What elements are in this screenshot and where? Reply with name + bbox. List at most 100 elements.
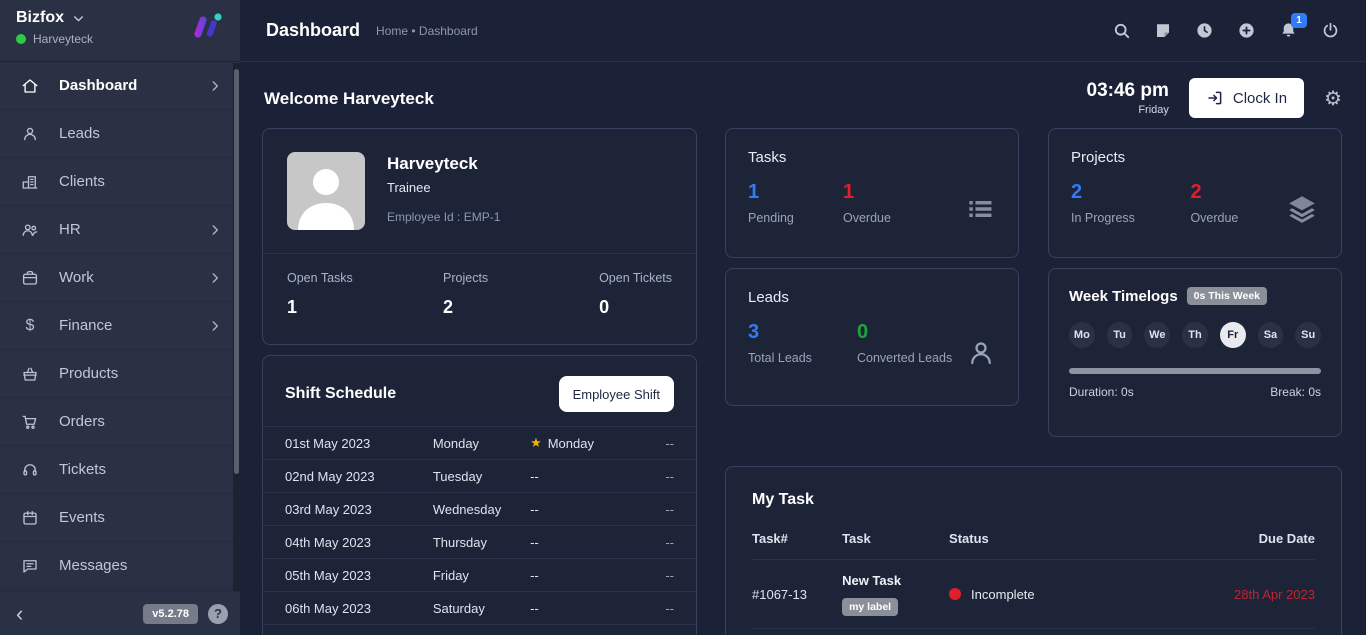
page-title: Dashboard (266, 20, 360, 41)
clock-in-button[interactable]: Clock In (1189, 78, 1304, 118)
sidebar-item-events[interactable]: Events (0, 494, 240, 542)
calendar-icon (20, 509, 40, 527)
day-circle-su[interactable]: Su (1295, 322, 1321, 348)
day-circle-tu[interactable]: Tu (1107, 322, 1133, 348)
header-right: 03:46 pm Friday Clock In ⚙ (1087, 78, 1343, 118)
tasks-pending: 1 Pending (748, 181, 843, 237)
due-date: 28th Apr 2023 (1163, 587, 1315, 602)
projects-overdue: 2 Overdue (1190, 181, 1285, 237)
sidebar-item-label: Messages (59, 557, 222, 574)
sidebar-item-finance[interactable]: $ Finance (0, 302, 240, 350)
current-time: 03:46 pm (1087, 80, 1169, 102)
bell-icon[interactable]: 1 (1279, 21, 1298, 40)
time-block: 03:46 pm Friday (1087, 80, 1169, 116)
sidebar-item-work[interactable]: Work (0, 254, 240, 302)
people-icon (20, 221, 40, 239)
leads-converted: 0 Converted Leads (857, 321, 966, 385)
shift-schedule-card: Shift Schedule Employee Shift 01st May 2… (262, 355, 697, 635)
day-circle-th[interactable]: Th (1182, 322, 1208, 348)
status-text: Incomplete (971, 587, 1035, 602)
chevron-right-icon (208, 223, 222, 237)
week-timelogs-card: Week Timelogs 0s This Week Mo Tu We Th F… (1048, 268, 1342, 437)
topbar-icons: 1 (1112, 21, 1340, 40)
sidebar-item-messages[interactable]: Messages (0, 542, 240, 590)
sidebar-footer: ‹ v5.2.78 ? (0, 591, 240, 635)
version-badge: v5.2.78 (143, 604, 198, 624)
column-due-date: Due Date (1163, 531, 1315, 546)
briefcase-icon (20, 269, 40, 287)
sidebar-item-orders[interactable]: Orders (0, 398, 240, 446)
sidebar-scrollbar[interactable] (233, 63, 240, 591)
column-task-id: Task# (752, 531, 842, 546)
projects-card: Projects 2 In Progress 2 Overdue (1048, 128, 1342, 258)
sidebar-item-label: Leads (59, 125, 222, 142)
sidebar-item-label: Work (59, 269, 208, 286)
notes-icon[interactable] (1154, 22, 1172, 40)
sidebar-item-products[interactable]: Products (0, 350, 240, 398)
sidebar-item-label: Dashboard (59, 77, 208, 94)
chevron-right-icon (208, 271, 222, 285)
table-row[interactable]: #1067-13 New Task my label Incomplete 28… (752, 560, 1315, 629)
layers-icon (1285, 192, 1319, 226)
status-dot (949, 588, 961, 600)
person-icon (20, 125, 40, 143)
sidebar-item-label: Events (59, 509, 222, 526)
shift-schedule-title: Shift Schedule (285, 385, 396, 403)
stat-open-tasks: Open Tasks 1 (287, 271, 443, 318)
sidebar-item-clients[interactable]: Clients (0, 158, 240, 206)
avatar (287, 152, 365, 230)
topbar: Dashboard Home • Dashboard 1 (240, 0, 1366, 62)
gear-icon[interactable]: ⚙ (1324, 86, 1342, 111)
task-label-tag: my label (842, 598, 898, 616)
sidebar-item-label: Tickets (59, 461, 222, 478)
break-label: Break: 0s (1270, 385, 1321, 399)
clock-in-label: Clock In (1233, 90, 1287, 107)
avatar-placeholder-icon (287, 152, 365, 230)
my-task-card: My Task Task# Task Status Due Date #1067… (725, 466, 1342, 635)
sidebar-item-hr[interactable]: HR (0, 206, 240, 254)
column-status: Status (949, 531, 1163, 546)
day-circle-mo[interactable]: Mo (1069, 322, 1095, 348)
timelog-progress-bar (1069, 368, 1321, 374)
org-switcher[interactable]: Bizfox (16, 9, 93, 27)
sidebar-item-tickets[interactable]: Tickets (0, 446, 240, 494)
day-circle-fr[interactable]: Fr (1220, 322, 1246, 348)
week-days: Mo Tu We Th Fr Sa Su (1069, 322, 1321, 348)
week-timelogs-title: Week Timelogs (1069, 288, 1178, 305)
power-icon[interactable] (1321, 21, 1340, 40)
breadcrumb[interactable]: Home • Dashboard (376, 24, 478, 38)
sidebar-item-leads[interactable]: Leads (0, 110, 240, 158)
app-logo-icon (188, 9, 226, 43)
sidebar-header: Bizfox Harveyteck (0, 0, 240, 62)
sidebar: Bizfox Harveyteck Dashboard Leads (0, 0, 240, 635)
shift-row: 06th May 2023 Saturday -- -- (263, 591, 696, 624)
sidebar-item-dashboard[interactable]: Dashboard (0, 62, 240, 110)
shift-row: 02nd May 2023 Tuesday -- -- (263, 459, 696, 492)
employee-shift-button[interactable]: Employee Shift (559, 376, 674, 412)
projects-title: Projects (1071, 149, 1319, 166)
shift-row (263, 624, 696, 635)
shift-row: 04th May 2023 Thursday -- -- (263, 525, 696, 558)
my-task-title: My Task (752, 491, 1315, 509)
login-icon (1206, 89, 1224, 107)
sidebar-scrollbar-thumb[interactable] (234, 69, 239, 474)
help-icon[interactable]: ? (208, 604, 228, 624)
shift-schedule-header: Shift Schedule Employee Shift (263, 356, 696, 426)
leads-title: Leads (748, 289, 996, 306)
plus-circle-icon[interactable] (1237, 21, 1256, 40)
week-total-badge: 0s This Week (1187, 287, 1267, 305)
collapse-sidebar-icon[interactable]: ‹ (16, 603, 133, 625)
day-circle-sa[interactable]: Sa (1258, 322, 1284, 348)
tasks-title: Tasks (748, 149, 996, 166)
star-icon: ★ (530, 435, 542, 451)
profile-card: Harveyteck Trainee Employee Id : EMP-1 O… (262, 128, 697, 345)
chat-icon (20, 557, 40, 575)
sidebar-item-label: Finance (59, 317, 208, 334)
list-icon (964, 193, 996, 225)
clock-icon[interactable] (1195, 21, 1214, 40)
day-circle-we[interactable]: We (1144, 322, 1170, 348)
stat-projects: Projects 2 (443, 271, 599, 318)
shift-row: 01st May 2023 Monday ★Monday -- (263, 426, 696, 459)
search-icon[interactable] (1112, 21, 1131, 40)
shift-row: 03rd May 2023 Wednesday -- -- (263, 492, 696, 525)
